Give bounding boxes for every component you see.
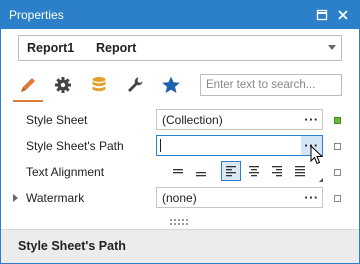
- search-input[interactable]: Enter text to search...: [200, 74, 342, 96]
- chevron-down-icon: [328, 45, 336, 50]
- window-title: Properties: [9, 8, 64, 22]
- align-justify-icon[interactable]: [290, 161, 310, 181]
- property-label-style-sheet-path: Style Sheet's Path: [26, 139, 124, 153]
- selected-tab-indicator: [13, 100, 43, 102]
- property-label-watermark: Watermark: [26, 191, 85, 205]
- star-icon[interactable]: [159, 73, 183, 97]
- align-right-icon[interactable]: [267, 161, 287, 181]
- title-bar: Properties: [1, 1, 359, 29]
- description-title: Style Sheet's Path: [18, 239, 126, 253]
- search-placeholder: Enter text to search...: [206, 79, 316, 91]
- database-icon[interactable]: [87, 73, 111, 97]
- property-label-text-alignment: Text Alignment: [26, 165, 105, 179]
- gear-icon[interactable]: [51, 73, 75, 97]
- mouse-cursor-icon: [310, 144, 324, 168]
- description-panel: Style Sheet's Path: [1, 229, 359, 263]
- splitter-grip[interactable]: [170, 219, 190, 225]
- style-sheet-value: (Collection): [162, 113, 223, 127]
- text-caret: [160, 139, 161, 152]
- properties-window: Properties Report1 Report Enter text to: [0, 0, 360, 264]
- alignment-dropdown-corner[interactable]: [319, 178, 323, 182]
- pencil-icon[interactable]: [16, 73, 40, 97]
- align-left-icon[interactable]: [221, 161, 241, 181]
- align-center-icon[interactable]: [244, 161, 264, 181]
- align-bottom-icon[interactable]: [191, 161, 211, 181]
- wrench-icon[interactable]: [123, 73, 147, 97]
- object-selector-dropdown[interactable]: Report1 Report: [18, 35, 342, 61]
- watermark-editor[interactable]: (none) ···: [156, 187, 323, 208]
- watermark-value: (none): [162, 191, 197, 205]
- watermark-ellipsis-button[interactable]: ···: [301, 188, 322, 207]
- property-marker: [334, 195, 341, 202]
- align-middle-icon[interactable]: [168, 161, 188, 181]
- property-marker: [334, 169, 341, 176]
- selected-object-name: Report1: [27, 41, 75, 55]
- selected-object-type: Report: [96, 41, 137, 55]
- expand-arrow-icon[interactable]: [13, 194, 18, 202]
- property-modified-marker: [334, 117, 341, 124]
- style-sheet-ellipsis-button[interactable]: ···: [301, 110, 322, 129]
- style-sheet-editor[interactable]: (Collection) ···: [156, 109, 323, 130]
- property-marker: [334, 143, 341, 150]
- style-sheet-path-editor[interactable]: ···: [156, 135, 323, 156]
- close-icon[interactable]: [335, 7, 351, 23]
- pin-icon[interactable]: [314, 7, 330, 23]
- property-label-style-sheet: Style Sheet: [26, 113, 88, 127]
